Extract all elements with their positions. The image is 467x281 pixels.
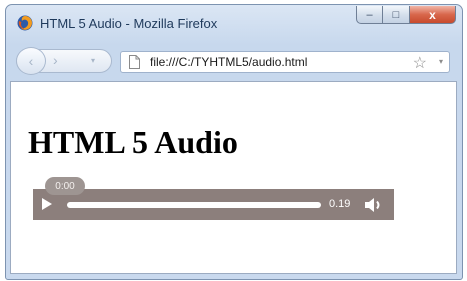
url-bar[interactable]: file:///C:/TYHTML5/audio.html ☆ ▾ xyxy=(120,51,450,73)
maximize-icon: □ xyxy=(392,8,400,21)
close-button[interactable]: x xyxy=(410,6,456,24)
minimize-button[interactable]: – xyxy=(356,6,383,24)
back-button[interactable]: ‹ xyxy=(16,47,46,75)
bookmark-star-icon[interactable]: ☆ xyxy=(413,53,427,73)
firefox-icon xyxy=(17,15,33,31)
title-bar[interactable]: HTML 5 Audio - Mozilla Firefox – □ x xyxy=(6,5,462,43)
duration-label: 0.19 xyxy=(329,198,351,210)
audio-player: 0:00 0.19 xyxy=(33,177,394,220)
play-icon[interactable] xyxy=(42,198,52,210)
caption-buttons: – □ x xyxy=(356,6,456,25)
maximize-button[interactable]: □ xyxy=(383,6,410,24)
forward-button[interactable]: › xyxy=(53,52,58,68)
back-arrow-icon: ‹ xyxy=(28,53,34,69)
page-heading: HTML 5 Audio xyxy=(28,124,238,160)
history-dropdown-button[interactable]: ▾ xyxy=(91,56,95,65)
url-text[interactable]: file:///C:/TYHTML5/audio.html xyxy=(150,55,307,69)
minimize-icon: – xyxy=(366,8,373,21)
page-icon xyxy=(129,55,140,69)
url-dropdown-button[interactable]: ▾ xyxy=(439,57,443,66)
forward-arrow-icon: › xyxy=(53,52,58,68)
current-time-bubble: 0:00 xyxy=(45,177,85,195)
seek-bar[interactable] xyxy=(67,202,321,208)
close-icon: x xyxy=(429,7,436,22)
back-forward-group: ‹ › ▾ xyxy=(16,47,112,75)
volume-icon[interactable] xyxy=(364,197,384,213)
window-title: HTML 5 Audio - Mozilla Firefox xyxy=(40,16,218,31)
browser-window: HTML 5 Audio - Mozilla Firefox – □ x ‹ ›… xyxy=(5,4,463,280)
page-content: HTML 5 Audio 0:00 0.19 xyxy=(10,81,457,274)
navigation-bar: ‹ › ▾ file:///C:/TYHTML5/audio.html ☆ ▾ xyxy=(6,43,462,77)
